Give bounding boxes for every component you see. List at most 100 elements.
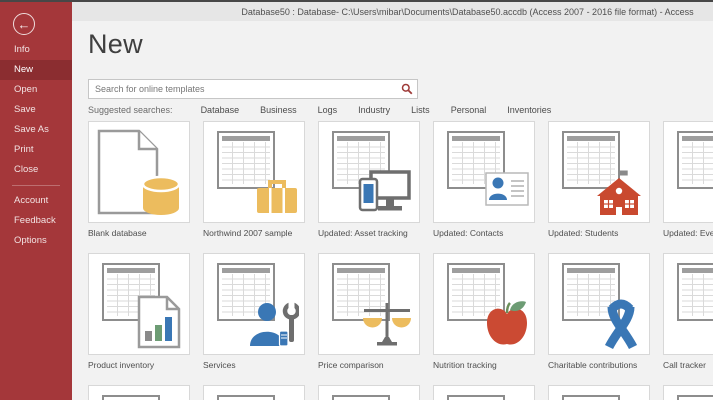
template-tile-price-comparison[interactable] [318, 253, 420, 355]
spreadsheet-icon [677, 263, 713, 321]
template-tile[interactable] [548, 385, 650, 400]
balance-scale-icon [363, 303, 411, 346]
backstage-content: New Suggested searches: Database Business L… [72, 21, 713, 400]
apple-icon [487, 301, 527, 345]
spreadsheet-icon [677, 395, 713, 400]
template-label: Blank database [88, 228, 147, 238]
template-label: Updated: Asset tracking [318, 228, 408, 238]
sidebar-item-info[interactable]: Info [0, 40, 72, 60]
template-label: Product inventory [88, 360, 155, 370]
sidebar-item-new[interactable]: New [0, 60, 72, 80]
template-label: Price comparison [318, 360, 384, 370]
spreadsheet-icon [677, 131, 713, 189]
template-tile-northwind-2007-sample[interactable] [203, 121, 305, 223]
template-tile-updated-asset-tracking[interactable] [318, 121, 420, 223]
suggested-link-logs[interactable]: Logs [318, 105, 338, 115]
suggested-link-industry[interactable]: Industry [358, 105, 390, 115]
back-arrow-icon[interactable]: ← [13, 13, 35, 35]
spreadsheet-icon [447, 395, 505, 400]
template-row: Blank database Northwind 2007 sample Updat… [88, 121, 713, 253]
backstage-sidebar: ← Info New Open Save Save As Print Close Accoun… [0, 2, 72, 400]
template-cell [318, 385, 420, 400]
template-cell: Northwind 2007 sample [203, 121, 305, 238]
person-tools-icon [250, 302, 299, 347]
template-cell: Product inventory [88, 253, 190, 370]
sidebar-item-open[interactable]: Open [0, 80, 72, 100]
school-icon [597, 170, 641, 215]
ribbon-icon [604, 299, 638, 350]
suggested-links: Database Business Logs Industry Lists Persona… [201, 105, 573, 115]
devices-icon [358, 170, 411, 212]
briefcase-icon [257, 180, 297, 213]
template-tile-updated-students[interactable] [548, 121, 650, 223]
database-page-icon [97, 129, 181, 215]
template-tile-updated-event-management[interactable] [663, 121, 713, 223]
sidebar-menu: Info New Open Save Save As Print Close Account F… [0, 40, 72, 251]
suggested-link-lists[interactable]: Lists [411, 105, 430, 115]
spreadsheet-icon [217, 395, 275, 400]
template-grid: Blank database Northwind 2007 sample Updat… [88, 121, 713, 400]
template-tile-updated-contacts[interactable] [433, 121, 535, 223]
template-cell: Updated: Students [548, 121, 650, 238]
bar-chart-page-icon [137, 295, 181, 349]
spreadsheet-icon [332, 395, 390, 400]
sidebar-item-print[interactable]: Print [0, 140, 72, 160]
sidebar-item-close[interactable]: Close [0, 160, 72, 180]
template-tile[interactable] [203, 385, 305, 400]
template-search-box [88, 79, 418, 99]
template-label: Nutrition tracking [433, 360, 497, 370]
template-cell: Updated: Contacts [433, 121, 535, 238]
template-label: Northwind 2007 sample [203, 228, 293, 238]
template-cell [88, 385, 190, 400]
sidebar-item-options[interactable]: Options [0, 231, 72, 251]
sidebar-item-save[interactable]: Save [0, 100, 72, 120]
template-cell [203, 385, 305, 400]
template-tile[interactable] [318, 385, 420, 400]
template-tile-charitable-contributions[interactable] [548, 253, 650, 355]
spreadsheet-icon [102, 395, 160, 400]
window-title: Database50 : Database- C:\Users\mibar\Do… [241, 7, 694, 17]
template-cell: Nutrition tracking [433, 253, 535, 370]
template-label: Services [203, 360, 236, 370]
contact-card-icon [485, 172, 529, 206]
template-tile[interactable] [88, 385, 190, 400]
template-label: Updated: Contacts [433, 228, 504, 238]
suggested-link-inventories[interactable]: Inventories [507, 105, 551, 115]
suggested-link-business[interactable]: Business [260, 105, 297, 115]
search-icon[interactable] [397, 80, 417, 98]
template-tile[interactable] [663, 385, 713, 400]
template-cell: Updated: Event management [663, 121, 713, 238]
template-tile-call-tracker[interactable] [663, 253, 713, 355]
template-label: Updated: Students [548, 228, 619, 238]
sidebar-item-feedback[interactable]: Feedback [0, 211, 72, 231]
template-cell: Call tracker [663, 253, 713, 370]
template-label: Call tracker [663, 360, 706, 370]
suggested-link-database[interactable]: Database [201, 105, 240, 115]
spreadsheet-icon [562, 395, 620, 400]
suggested-searches-label: Suggested searches: [88, 105, 173, 115]
template-cell: Updated: Asset tracking [318, 121, 420, 238]
template-label: Updated: Event management [663, 228, 713, 238]
search-input[interactable] [89, 80, 397, 98]
sidebar-item-account[interactable]: Account [0, 191, 72, 211]
template-cell: Services [203, 253, 305, 370]
template-tile-nutrition-tracking[interactable] [433, 253, 535, 355]
template-row [88, 385, 713, 400]
template-cell: Charitable contributions [548, 253, 650, 370]
sidebar-item-save-as[interactable]: Save As [0, 120, 72, 140]
template-tile-services[interactable] [203, 253, 305, 355]
access-backstage-window: Database50 : Database- C:\Users\mibar\Do… [0, 0, 713, 400]
template-cell: Blank database [88, 121, 190, 238]
titlebar: Database50 : Database- C:\Users\mibar\Do… [72, 2, 713, 21]
template-tile-blank-database[interactable] [88, 121, 190, 223]
suggested-searches: Suggested searches: Database Business Logs I… [88, 105, 572, 115]
template-tile-product-inventory[interactable] [88, 253, 190, 355]
template-cell [663, 385, 713, 400]
template-cell: Price comparison [318, 253, 420, 370]
template-cell [548, 385, 650, 400]
suggested-link-personal[interactable]: Personal [451, 105, 487, 115]
template-row: Product inventory Services Price compariso… [88, 253, 713, 385]
sidebar-divider [12, 185, 60, 186]
template-cell [433, 385, 535, 400]
template-tile[interactable] [433, 385, 535, 400]
